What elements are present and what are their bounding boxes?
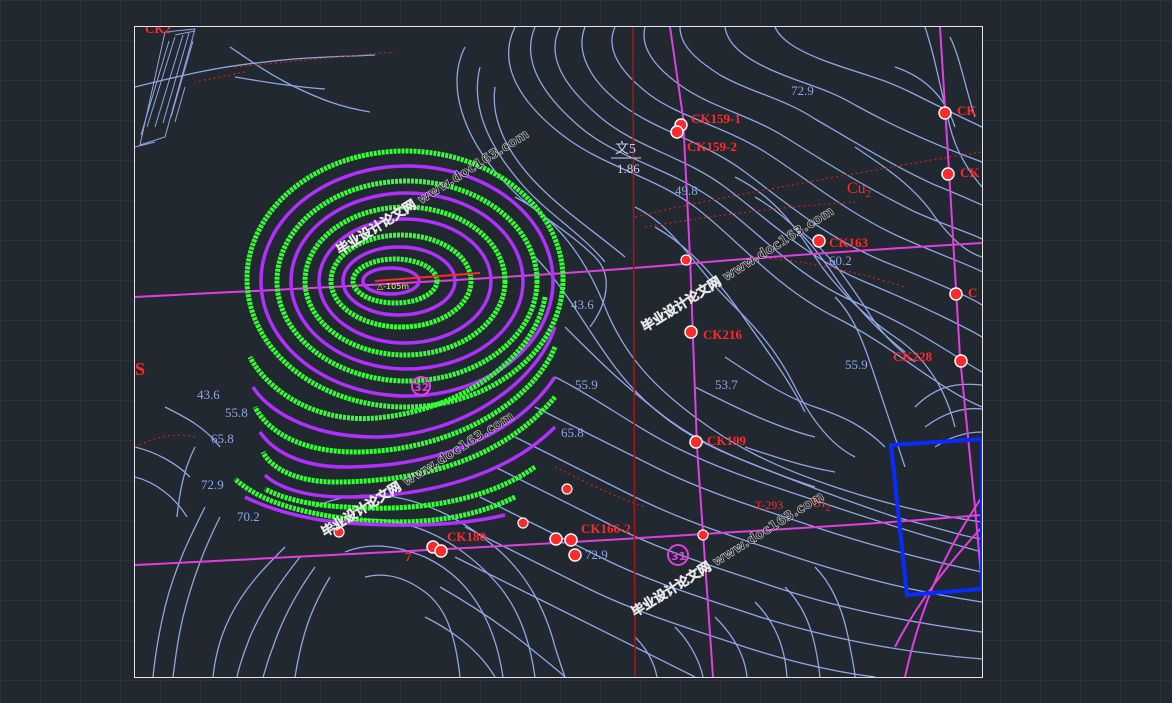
elev-label: 70.2 xyxy=(237,509,260,524)
elev-label: 43.6 xyxy=(197,387,220,402)
watermark-text: 毕业设计论文网 www.doc163.com xyxy=(639,203,837,335)
borehole-label: CK199 xyxy=(707,433,747,448)
elev-label: 72.9 xyxy=(201,477,224,492)
elev-label: 60.2 xyxy=(829,253,852,268)
hatch-areas xyxy=(135,28,196,148)
borehole-dot xyxy=(517,517,529,529)
label-ck2: CK2 xyxy=(145,27,171,36)
contour-lines xyxy=(135,27,982,677)
borehole-label: CK216 xyxy=(703,327,743,342)
label-cu2: Cu2 xyxy=(847,180,871,200)
circle-label-1: 32 xyxy=(414,381,429,394)
borehole-dot xyxy=(549,532,563,546)
elev-label: 55.9 xyxy=(575,377,598,392)
contour-map[interactable]: CK159-1 CK159-2 CK163 CK216 CK199 CK228 CK166-… xyxy=(135,27,982,677)
center-marker: △-105m xyxy=(377,282,409,291)
borehole-dot xyxy=(434,544,448,558)
borehole-label: C xyxy=(968,285,977,300)
borehole-dot xyxy=(938,106,952,120)
elev-label: 43.6 xyxy=(571,297,594,312)
borehole-label: CK xyxy=(960,165,980,180)
borehole-dot xyxy=(568,548,582,562)
borehole-label: CK180 xyxy=(447,529,486,544)
section-line xyxy=(632,27,636,677)
label-s: S xyxy=(135,359,145,379)
borehole-label: CK159-1 xyxy=(691,111,741,126)
borehole-dot xyxy=(954,354,968,368)
label-t-mark: 7 xyxy=(405,549,412,564)
elev-label: 72.9 xyxy=(585,547,608,562)
borehole-dot xyxy=(941,167,955,181)
borehole-dot xyxy=(812,234,826,248)
cu2-text: Cu xyxy=(847,180,866,197)
si2-sub: 2 xyxy=(826,503,831,514)
elev-label: 72.9 xyxy=(791,83,814,98)
cu2-sub: 2 xyxy=(866,188,872,200)
cad-drawing-viewport[interactable]: CK159-1 CK159-2 CK163 CK216 CK199 CK228 CK166-… xyxy=(134,26,983,678)
borehole-dot xyxy=(680,254,692,266)
elev-label: 53.7 xyxy=(715,377,738,392)
label-mark-top: 文5 xyxy=(615,141,636,157)
borehole-dot xyxy=(670,125,684,139)
survey-lines xyxy=(135,27,982,677)
borehole-dot xyxy=(697,529,709,541)
borehole-dot xyxy=(949,287,963,301)
borehole-label: CK159-2 xyxy=(687,139,737,154)
borehole-dot xyxy=(561,483,573,495)
borehole-label: CK xyxy=(957,103,977,118)
borehole-dot xyxy=(564,533,578,547)
label-sub-code: T-293 xyxy=(755,498,783,512)
elev-label: 65.8 xyxy=(211,431,234,446)
borehole-label: CK166-2 xyxy=(581,521,631,536)
borehole-dot xyxy=(684,325,698,339)
elev-label: 55.8 xyxy=(225,405,248,420)
borehole-dot xyxy=(689,435,703,449)
borehole-label: CK228 xyxy=(893,349,933,364)
borehole-label: CK163 xyxy=(829,235,869,250)
label-elev-1-86: 1.86 xyxy=(617,161,640,176)
elev-label: 55.9 xyxy=(845,357,868,372)
circle-label-2: 31 xyxy=(671,550,686,563)
elev-label: 49.8 xyxy=(675,183,698,198)
elev-label: 65.8 xyxy=(561,425,584,440)
